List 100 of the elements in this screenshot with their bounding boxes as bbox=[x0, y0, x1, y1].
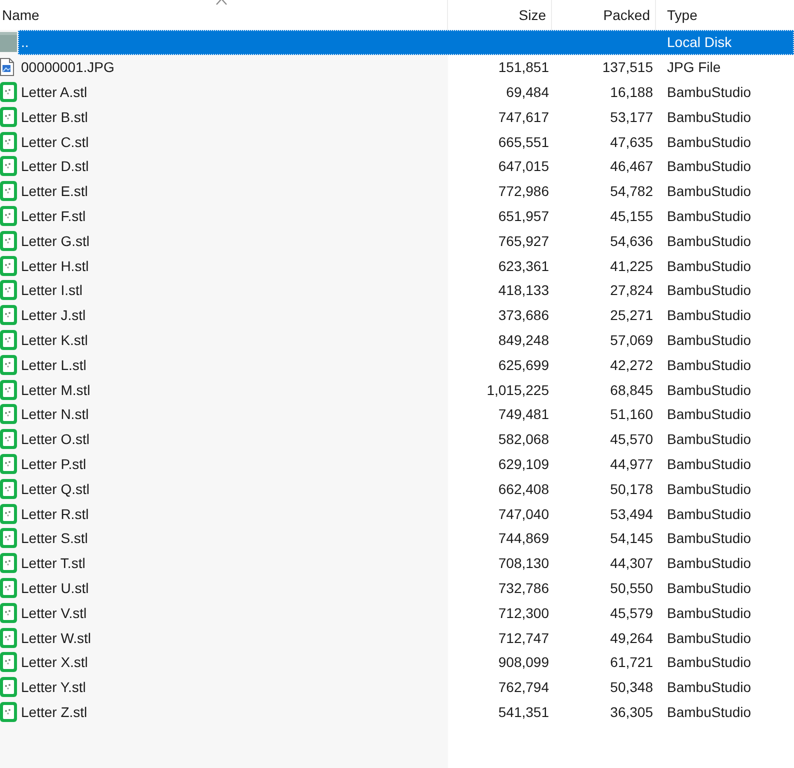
file-icon bbox=[0, 106, 17, 127]
file-icon bbox=[0, 504, 17, 524]
file-name: Letter T.stl bbox=[20, 555, 86, 572]
packed-size: 46,467 bbox=[610, 158, 654, 174]
file-icon bbox=[0, 478, 17, 499]
file-type: BambuStudio bbox=[666, 158, 752, 174]
file-icon bbox=[0, 82, 17, 102]
file-size: 373,686 bbox=[498, 307, 550, 324]
file-row[interactable]: .. Local Disk bbox=[18, 30, 794, 55]
file-size: 418,133 bbox=[498, 282, 550, 298]
file-row[interactable]: 00000001.JPG 151,851 137,515 JPG File bbox=[18, 54, 794, 80]
file-row[interactable]: Letter K.stl 849,248 57,069 BambuStudio bbox=[18, 328, 794, 352]
file-row[interactable]: Letter J.stl 373,686 25,271 BambuStudio bbox=[18, 302, 794, 328]
file-name: Letter P.stl bbox=[20, 456, 86, 472]
file-name: Letter A.stl bbox=[20, 84, 88, 100]
file-row[interactable]: Letter B.stl 747,617 53,177 BambuStudio bbox=[18, 104, 794, 130]
file-row[interactable]: Letter H.stl 623,361 41,225 BambuStudio bbox=[18, 253, 794, 278]
file-name: Letter Q.stl bbox=[20, 480, 90, 497]
file-icon bbox=[0, 305, 17, 326]
file-name: Letter Z.stl bbox=[20, 704, 88, 720]
file-row[interactable]: Letter I.stl 418,133 27,824 BambuStudio bbox=[18, 278, 794, 303]
file-row[interactable]: Letter O.stl 582,068 45,570 BambuStudio bbox=[18, 426, 794, 452]
file-row[interactable]: Letter X.stl 908,099 61,721 BambuStudio bbox=[18, 650, 794, 675]
file-size: 772,986 bbox=[498, 183, 550, 200]
file-size: 712,300 bbox=[498, 604, 550, 621]
file-size: 1,015,225 bbox=[486, 382, 550, 398]
file-type: BambuStudio bbox=[666, 258, 752, 274]
packed-size: 50,178 bbox=[610, 480, 654, 497]
file-size: 665,551 bbox=[498, 134, 550, 150]
file-name: 00000001.JPG bbox=[20, 59, 114, 76]
packed-size: 51,160 bbox=[610, 406, 654, 422]
file-icon bbox=[0, 181, 17, 202]
file-icon bbox=[0, 380, 17, 400]
file-icon bbox=[0, 354, 17, 375]
file-size: 747,040 bbox=[498, 506, 550, 522]
file-type: BambuStudio bbox=[666, 332, 752, 348]
column-header[interactable]: Type bbox=[656, 0, 794, 30]
file-size: 849,248 bbox=[498, 332, 550, 348]
file-row[interactable]: Letter P.stl 629,109 44,977 BambuStudio bbox=[18, 452, 794, 476]
file-row[interactable]: Letter R.stl 747,040 53,494 BambuStudio bbox=[18, 501, 794, 526]
file-type: BambuStudio bbox=[666, 506, 752, 522]
file-size: 732,786 bbox=[498, 580, 550, 596]
packed-size: 50,550 bbox=[610, 580, 654, 596]
packed-size: 54,145 bbox=[610, 530, 654, 546]
file-row[interactable]: Letter D.stl 647,015 46,467 BambuStudio bbox=[18, 154, 794, 179]
file-name: Letter B.stl bbox=[20, 108, 88, 125]
file-name: Letter I.stl bbox=[20, 282, 82, 298]
file-size: 765,927 bbox=[498, 232, 550, 249]
file-name: Letter H.stl bbox=[20, 258, 89, 274]
file-size: 582,068 bbox=[498, 431, 550, 448]
file-type: BambuStudio bbox=[666, 307, 752, 324]
file-icon bbox=[0, 429, 17, 450]
file-name: Letter K.stl bbox=[20, 332, 88, 348]
file-type: BambuStudio bbox=[666, 282, 752, 298]
file-size: 908,099 bbox=[498, 654, 550, 670]
file-row[interactable]: Letter Z.stl 541,351 36,305 BambuStudio bbox=[18, 700, 794, 724]
file-row[interactable]: Letter E.stl 772,986 54,782 BambuStudio bbox=[18, 178, 794, 204]
file-icon bbox=[0, 454, 17, 474]
packed-size: 44,977 bbox=[610, 456, 654, 472]
packed-size: 68,845 bbox=[610, 382, 654, 398]
file-row[interactable]: Letter W.stl 712,747 49,264 BambuStudio bbox=[18, 625, 794, 650]
packed-size: 57,069 bbox=[610, 332, 654, 348]
packed-size: 53,494 bbox=[610, 506, 654, 522]
file-name: .. bbox=[20, 34, 29, 50]
packed-size: 54,782 bbox=[610, 183, 654, 200]
file-row[interactable]: Letter M.stl 1,015,225 68,845 BambuStudio bbox=[18, 377, 794, 402]
file-row[interactable]: Letter V.stl 712,300 45,579 BambuStudio bbox=[18, 600, 794, 626]
file-name: Letter N.stl bbox=[20, 406, 89, 422]
packed-size: 27,824 bbox=[610, 282, 654, 298]
file-row[interactable]: Letter U.stl 732,786 50,550 BambuStudio bbox=[18, 576, 794, 600]
packed-size: 137,515 bbox=[602, 59, 654, 76]
file-row[interactable]: Letter Y.stl 762,794 50,348 BambuStudio bbox=[18, 674, 794, 700]
file-name: Letter O.stl bbox=[20, 431, 90, 448]
file-row[interactable]: Letter G.stl 765,927 54,636 BambuStudio bbox=[18, 228, 794, 254]
file-icon bbox=[0, 256, 17, 276]
file-row[interactable]: Letter Q.stl 662,408 50,178 BambuStudio bbox=[18, 476, 794, 502]
file-row[interactable]: Letter S.stl 744,869 54,145 BambuStudio bbox=[18, 526, 794, 551]
file-size: 625,699 bbox=[498, 356, 550, 373]
image-file-icon bbox=[0, 58, 14, 76]
file-row[interactable]: Letter L.stl 625,699 42,272 BambuStudio bbox=[18, 352, 794, 378]
file-size: 623,361 bbox=[498, 258, 550, 274]
packed-size: 42,272 bbox=[610, 356, 654, 373]
file-size: 651,957 bbox=[498, 208, 550, 224]
file-row[interactable]: Letter T.stl 708,130 44,307 BambuStudio bbox=[18, 550, 794, 576]
file-type: BambuStudio bbox=[666, 679, 752, 696]
file-size: 541,351 bbox=[498, 704, 550, 720]
file-row[interactable]: Letter N.stl 749,481 51,160 BambuStudio bbox=[18, 402, 794, 427]
file-name: Letter U.stl bbox=[20, 580, 89, 596]
file-name: Letter V.stl bbox=[20, 604, 87, 621]
file-type: BambuStudio bbox=[666, 108, 752, 125]
file-row[interactable]: Letter C.stl 665,551 47,635 BambuStudio bbox=[18, 129, 794, 154]
file-row[interactable]: Letter F.stl 651,957 45,155 BambuStudio bbox=[18, 204, 794, 228]
packed-size: 45,579 bbox=[610, 604, 654, 621]
file-icon bbox=[0, 677, 17, 698]
file-size: 647,015 bbox=[498, 158, 550, 174]
packed-size: 45,570 bbox=[610, 431, 654, 448]
file-type: BambuStudio bbox=[666, 530, 752, 546]
file-name: Letter Y.stl bbox=[20, 679, 86, 696]
file-row[interactable]: Letter A.stl 69,484 16,188 BambuStudio bbox=[18, 80, 794, 104]
file-name: Letter L.stl bbox=[20, 356, 86, 373]
